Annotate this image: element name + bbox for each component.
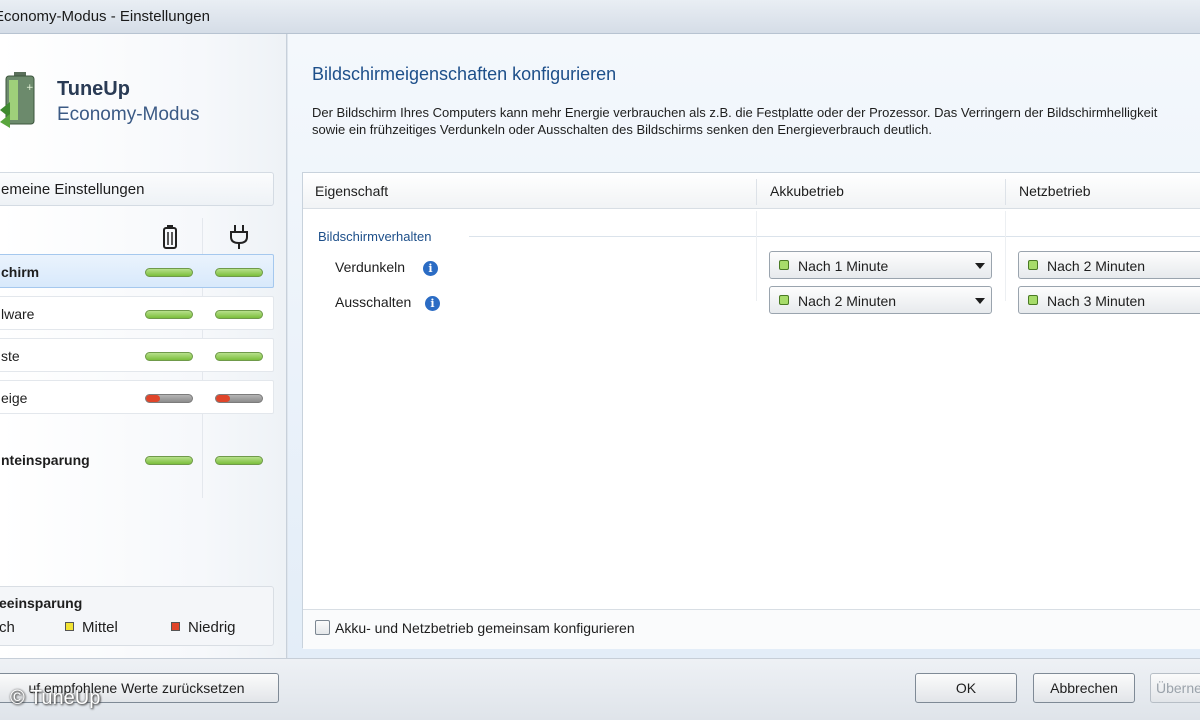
property-label-dim: Verdunkeln (335, 259, 406, 275)
apply-button[interactable]: Überne (1150, 673, 1200, 703)
chevron-down-icon (975, 263, 985, 269)
sidebar-item-display[interactable]: eige (0, 380, 274, 414)
power-plug-icon (230, 225, 248, 249)
general-settings-button[interactable]: emeine Einstellungen (0, 172, 274, 206)
sidebar-item-label: lware (1, 306, 35, 322)
green-square-icon (779, 260, 789, 270)
sidebar-item-label: chirm (1, 264, 40, 280)
group-title: Bildschirmverhalten (318, 229, 432, 244)
main-content: Bildschirmeigenschaften konfigurieren De… (288, 34, 1200, 658)
legend-item-high: ch (0, 619, 15, 636)
mains-savings-bar (215, 268, 263, 277)
green-square-icon (779, 295, 789, 305)
mains-off-dropdown[interactable]: Nach 3 Minuten (1018, 286, 1200, 314)
mains-dim-dropdown[interactable]: Nach 2 Minuten (1018, 251, 1200, 279)
cancel-button[interactable]: Abbrechen (1033, 673, 1135, 703)
green-square-icon (1028, 260, 1038, 270)
mains-savings-bar (215, 310, 263, 319)
joint-config-label[interactable]: Akku- und Netzbetrieb gemeinsam konfigur… (335, 620, 635, 636)
table-header: Eigenschaft Akkubetrieb Netzbetrieb (303, 173, 1200, 209)
header-battery: Akkubetrieb (770, 183, 844, 199)
yellow-square-icon (65, 622, 74, 631)
chevron-down-icon (975, 298, 985, 304)
battery-savings-bar (145, 268, 193, 277)
mains-savings-bar (215, 456, 263, 465)
battery-dim-dropdown[interactable]: Nach 1 Minute (769, 251, 992, 279)
mains-savings-bar (215, 352, 263, 361)
ok-button[interactable]: OK (915, 673, 1017, 703)
section-title: Bildschirmeigenschaften konfigurieren (312, 64, 617, 84)
sidebar-item-services[interactable]: ste (0, 338, 274, 372)
red-square-icon (171, 622, 180, 631)
sidebar-item-label: ste (1, 348, 20, 364)
legend-item-low: Niedrig (171, 619, 236, 636)
mains-savings-bar (215, 394, 263, 403)
section-description: Der Bildschirm Ihres Computers kann mehr… (312, 105, 1158, 137)
sidebar-item-hardware[interactable]: lware (0, 296, 274, 330)
battery-savings-bar (145, 394, 193, 403)
savings-legend: eeinsparung ch Mittel Niedrig (0, 586, 274, 646)
battery-off-dropdown[interactable]: Nach 2 Minuten (769, 286, 992, 314)
brand-name: TuneUp (57, 78, 130, 100)
brand-subtitle: Economy-Modus (57, 104, 200, 125)
info-icon[interactable]: i (423, 261, 438, 276)
total-savings-row: nteinsparung (0, 442, 274, 476)
info-icon[interactable]: i (425, 296, 440, 311)
window-title: Economy-Modus - Einstellungen (0, 8, 210, 25)
watermark: © TuneUp (10, 687, 101, 709)
table-footer: Akku- und Netzbetrieb gemeinsam konfigur… (303, 609, 1200, 649)
sidebar: + TuneUp Economy-Modus emeine Einstellun… (0, 34, 287, 658)
green-square-icon (1028, 295, 1038, 305)
joint-config-checkbox[interactable] (315, 620, 330, 635)
total-savings-label: nteinsparung (1, 452, 90, 468)
legend-title: eeinsparung (0, 595, 83, 611)
battery-icon (163, 225, 177, 249)
battery-savings-bar (145, 352, 193, 361)
battery-savings-bar (145, 456, 193, 465)
sidebar-item-screen[interactable]: chirm (0, 254, 274, 288)
group-divider (469, 236, 1200, 237)
battery-leaf-icon: + (0, 72, 35, 128)
property-label-off: Ausschalten (335, 294, 412, 310)
legend-item-medium: Mittel (65, 619, 118, 636)
header-mains: Netzbetrieb (1019, 183, 1091, 199)
button-bar: uf empfohlene Werte zurücksetzen OK Abbr… (0, 658, 1200, 720)
settings-table: Eigenschaft Akkubetrieb Netzbetrieb Bild… (302, 172, 1200, 649)
header-property: Eigenschaft (315, 183, 389, 199)
title-bar: Economy-Modus - Einstellungen (0, 0, 1200, 34)
battery-savings-bar (145, 310, 193, 319)
sidebar-item-label: eige (1, 390, 28, 406)
svg-text:+: + (26, 83, 34, 93)
